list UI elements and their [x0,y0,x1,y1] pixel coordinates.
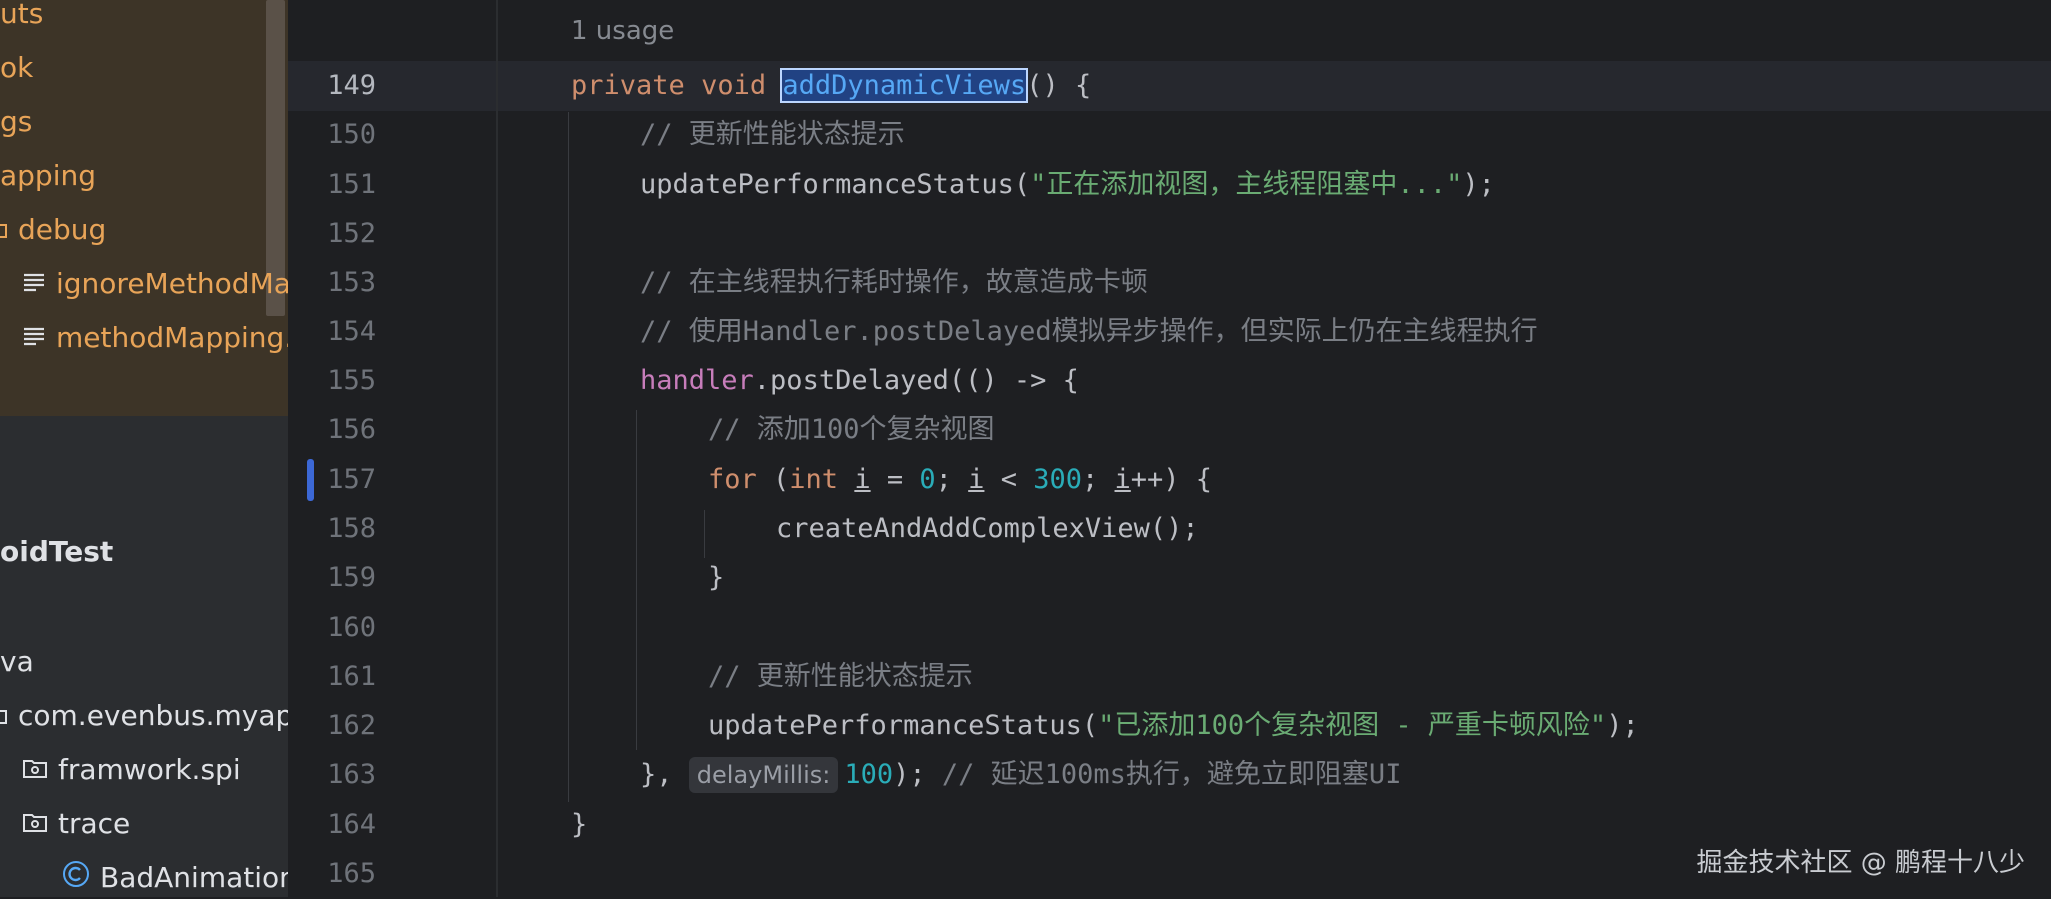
tree-item-mapping[interactable]: apping [0,156,96,196]
tree-item-logs[interactable]: gs [0,102,32,142]
tree-item-package[interactable]: com.evenbus.myappl [0,696,288,737]
line-number: 162 [327,710,376,741]
tree-item-label: framwork.spi [58,753,241,786]
code-line: 154 // 使用Handler.postDelayed模拟异步操作，但实际上仍… [288,307,2051,357]
text-file-icon [22,265,46,305]
package-icon [22,805,48,845]
line-number: 149 [327,70,376,101]
line-number: 159 [327,562,376,593]
tree-item-label: BadAnimation [100,861,288,894]
code-comment: // 更新性能状态提示 [708,661,973,692]
code-line: 152 [288,209,2051,259]
line-number: 164 [327,809,376,840]
code-line: 156 // 添加100个复杂视图 [288,405,2051,455]
code-editor[interactable]: 1 usage 149 private void addDynamicViews… [288,0,2051,897]
tree-item-label: ignoreMethodMa [56,267,288,300]
code-line: 158 createAndAddComplexView(); [288,504,2051,554]
code-line: 162 updatePerformanceStatus("已添加100个复杂视图… [288,701,2051,751]
tree-item-methodmapping[interactable]: methodMapping.t [22,318,288,359]
code-text: createAndAddComplexView(); [776,513,1199,544]
line-number: 165 [327,858,376,889]
code-comment: // 更新性能状态提示 [640,119,905,150]
tree-item-debug[interactable]: debug [0,210,106,251]
code-text: private void addDynamicViews() { [571,68,1092,103]
package-icon [22,751,48,791]
line-number: 153 [327,267,376,298]
package-icon [0,697,8,737]
tree-item-trace[interactable]: trace [22,804,130,845]
usage-hint[interactable]: 1 usage [571,16,674,46]
code-text: updatePerformanceStatus("正在添加视图，主线程阻塞中..… [640,169,1495,200]
code-line: 155 handler.postDelayed(() -> { [288,356,2051,406]
code-comment: // 在主线程执行耗时操作，故意造成卡顿 [640,267,1148,298]
tree-item-label: methodMapping.t [56,321,288,354]
line-number: 152 [327,218,376,249]
tree-item-outputs[interactable]: uts [0,0,43,34]
tree-item-ignoremethodmapping[interactable]: ignoreMethodMa [22,264,288,305]
code-comment: // 添加100个复杂视图 [708,414,995,445]
code-line: 161 // 更新性能状态提示 [288,652,2051,702]
watermark: 掘金技术社区 @ 鹏程十八少 [1696,848,2025,878]
text-file-icon [22,319,46,359]
folder-icon [0,211,8,251]
line-number: 163 [327,759,376,790]
tree-item-framwork-spi[interactable]: framwork.spi [22,750,241,791]
line-number: 158 [327,513,376,544]
code-line: 153 // 在主线程执行耗时操作，故意造成卡顿 [288,258,2051,308]
tree-item-java[interactable]: va [0,642,34,682]
tree-item-androidtest[interactable]: oidTest [0,532,113,572]
code-text: }, delayMillis: 100); // 延迟100ms执行，避免立即阻塞… [640,750,1401,800]
line-number: 154 [327,316,376,347]
code-text: handler.postDelayed(() -> { [640,365,1079,396]
parameter-hint: delayMillis: [688,757,839,793]
code-line: 160 [288,603,2051,653]
class-icon [62,859,90,897]
code-comment: // 使用Handler.postDelayed模拟异步操作，但实际上仍在主线程… [640,316,1538,347]
tree-item-label: debug [18,213,107,246]
code-text: for (int i = 0; i < 300; i++) { [708,464,1213,495]
line-number: 150 [327,119,376,150]
code-line: 163 }, delayMillis: 100); // 延迟100ms执行，避免… [288,750,2051,800]
code-text: } [708,562,725,593]
code-text: } [571,809,588,840]
tree-item-badanimation[interactable]: BadAnimation [62,858,288,897]
code-line: 149 private void addDynamicViews() { [288,61,2051,111]
line-number: 155 [327,365,376,396]
line-number: 156 [327,414,376,445]
line-number: 151 [327,169,376,200]
method-name-selected[interactable]: addDynamicViews [780,68,1029,103]
line-number: 157 [327,464,376,495]
code-line: 151 updatePerformanceStatus("正在添加视图，主线程阻… [288,160,2051,210]
code-line: 150 // 更新性能状态提示 [288,110,2051,160]
tree-item-label: trace [58,807,131,840]
code-line: 157 for (int i = 0; i < 300; i++) { [288,455,2051,505]
tree-item-ok[interactable]: ok [0,48,33,88]
line-number: 160 [327,612,376,643]
project-sidebar: uts ok gs apping debug ignoreMethodMa me… [0,0,288,897]
line-number: 161 [327,661,376,692]
code-text: updatePerformanceStatus("已添加100个复杂视图 - 严… [708,710,1639,741]
tree-item-label: com.evenbus.myappl [18,699,288,732]
code-line: 159 } [288,553,2051,603]
